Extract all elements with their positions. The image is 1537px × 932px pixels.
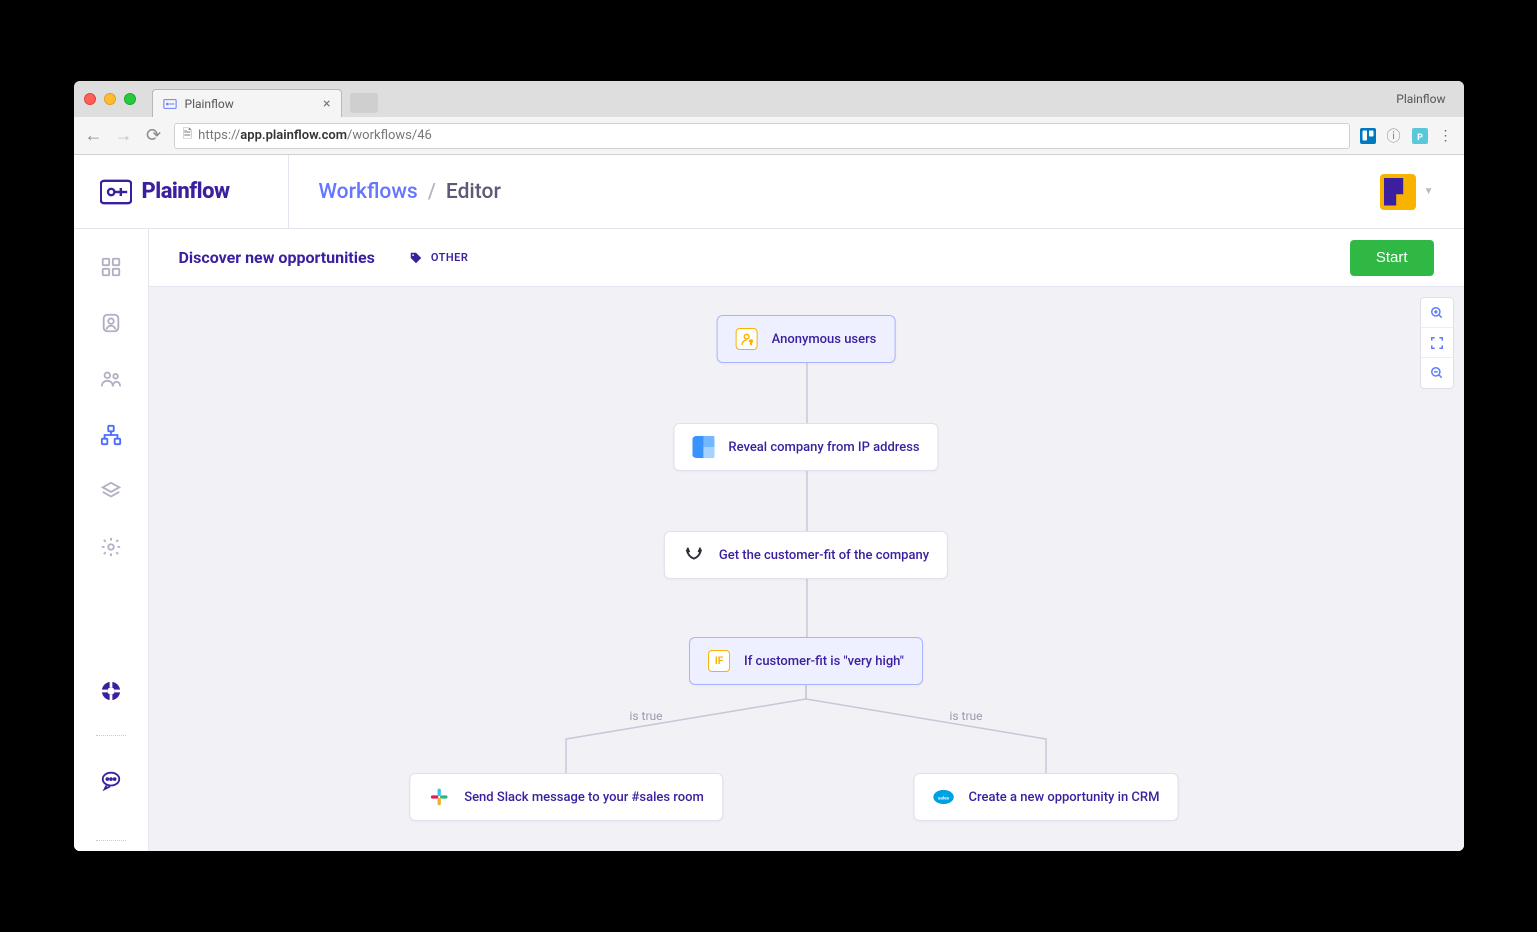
node-label: Send Slack message to your #sales room	[464, 790, 704, 805]
url-bar[interactable]: 🗎 https://app.plainflow.com/workflows/46	[174, 123, 1350, 149]
workflow-tag-label: OTHER	[431, 251, 469, 264]
forward-button[interactable]: →	[114, 125, 134, 146]
sidebar-dashboard[interactable]	[93, 249, 129, 285]
sidebar	[74, 229, 149, 851]
sidebar-separator	[96, 735, 126, 736]
node-label: Create a new opportunity in CRM	[969, 790, 1160, 805]
header-right: ▼	[1380, 174, 1464, 210]
node-customer-fit[interactable]: Get the customer-fit of the company	[664, 531, 948, 579]
breadcrumb-workflows[interactable]: Workflows	[319, 180, 418, 204]
node-reveal-company[interactable]: Reveal company from IP address	[673, 423, 938, 471]
madkudu-icon	[683, 544, 705, 566]
svg-text:P: P	[1417, 133, 1423, 143]
tabs-container: Plainflow ×	[152, 81, 1397, 117]
node-slack-action[interactable]: Send Slack message to your #sales room	[409, 773, 723, 821]
workflow-title: Discover new opportunities	[179, 248, 375, 267]
browser-tab-bar: Plainflow × Plainflow	[74, 81, 1464, 117]
browser-profile-label[interactable]: Plainflow	[1396, 92, 1453, 106]
workflow-header: Discover new opportunities OTHER Start	[149, 229, 1464, 287]
slack-icon	[428, 786, 450, 808]
browser-window: Plainflow × Plainflow ← → ⟳ 🗎 https://ap…	[74, 81, 1464, 851]
back-button[interactable]: ←	[84, 125, 104, 146]
site-info-icon[interactable]: 🗎	[183, 125, 193, 146]
node-label: Reveal company from IP address	[728, 440, 919, 455]
sidebar-workflows[interactable]	[93, 417, 129, 453]
branch-label-right: is true	[949, 709, 982, 723]
browser-toolbar: ← → ⟳ 🗎 https://app.plainflow.com/workfl…	[74, 117, 1464, 155]
workflow-tag[interactable]: OTHER	[409, 251, 469, 265]
tab-title: Plainflow	[185, 97, 234, 111]
brand-name: Plainflow	[142, 179, 230, 204]
svg-text:?: ?	[750, 338, 753, 346]
node-label: If customer-fit is "very high"	[744, 654, 904, 669]
app: Plainflow Workflows / Editor ▼	[74, 155, 1464, 851]
breadcrumb: Workflows / Editor	[289, 180, 501, 204]
brand[interactable]: Plainflow	[74, 155, 289, 228]
clearbit-icon	[692, 436, 714, 458]
window-controls	[84, 93, 136, 105]
node-condition[interactable]: IF If customer-fit is "very high"	[689, 637, 923, 685]
favicon-icon	[163, 97, 177, 111]
node-trigger[interactable]: ? Anonymous users	[717, 315, 896, 363]
menu-icon[interactable]: ⋮	[1438, 128, 1454, 144]
tag-icon	[409, 251, 423, 265]
flow-diagram: ? Anonymous users Reveal company from IP…	[149, 287, 1464, 851]
breadcrumb-separator: /	[428, 180, 436, 204]
main: Discover new opportunities OTHER Start	[149, 229, 1464, 851]
sidebar-user[interactable]	[93, 305, 129, 341]
reload-button[interactable]: ⟳	[144, 125, 164, 146]
breadcrumb-current: Editor	[446, 180, 501, 204]
node-label: Anonymous users	[772, 332, 877, 347]
window-close-button[interactable]	[84, 93, 96, 105]
info-extension-icon[interactable]: ⓘ	[1386, 128, 1402, 144]
extension-icon[interactable]: P	[1412, 128, 1428, 144]
if-icon: IF	[708, 650, 730, 672]
brand-logo-icon	[100, 179, 132, 205]
browser-tab[interactable]: Plainflow ×	[152, 89, 342, 117]
sidebar-integrations[interactable]	[93, 473, 129, 509]
sidebar-settings[interactable]	[93, 529, 129, 565]
anonymous-users-icon: ?	[736, 328, 758, 350]
branch-label-left: is true	[629, 709, 662, 723]
window-minimize-button[interactable]	[104, 93, 116, 105]
tab-close-button[interactable]: ×	[323, 96, 330, 112]
app-body: Discover new opportunities OTHER Start	[74, 229, 1464, 851]
salesforce-icon: sales	[933, 786, 955, 808]
app-header: Plainflow Workflows / Editor ▼	[74, 155, 1464, 229]
sidebar-chat[interactable]	[93, 762, 129, 798]
chevron-down-icon[interactable]: ▼	[1424, 186, 1434, 197]
canvas[interactable]: ? Anonymous users Reveal company from IP…	[149, 287, 1464, 851]
start-button[interactable]: Start	[1350, 240, 1434, 276]
extension-icons: ⓘ P ⋮	[1360, 128, 1454, 144]
window-maximize-button[interactable]	[124, 93, 136, 105]
url-text: https://app.plainflow.com/workflows/46	[198, 128, 432, 143]
avatar[interactable]	[1380, 174, 1416, 210]
sidebar-help[interactable]	[93, 673, 129, 709]
sidebar-users[interactable]	[93, 361, 129, 397]
node-label: Get the customer-fit of the company	[719, 548, 929, 563]
new-tab-button[interactable]	[350, 93, 378, 113]
sidebar-separator	[96, 840, 126, 841]
svg-text:sales: sales	[938, 795, 950, 801]
trello-extension-icon[interactable]	[1360, 128, 1376, 144]
node-crm-action[interactable]: sales Create a new opportunity in CRM	[914, 773, 1179, 821]
